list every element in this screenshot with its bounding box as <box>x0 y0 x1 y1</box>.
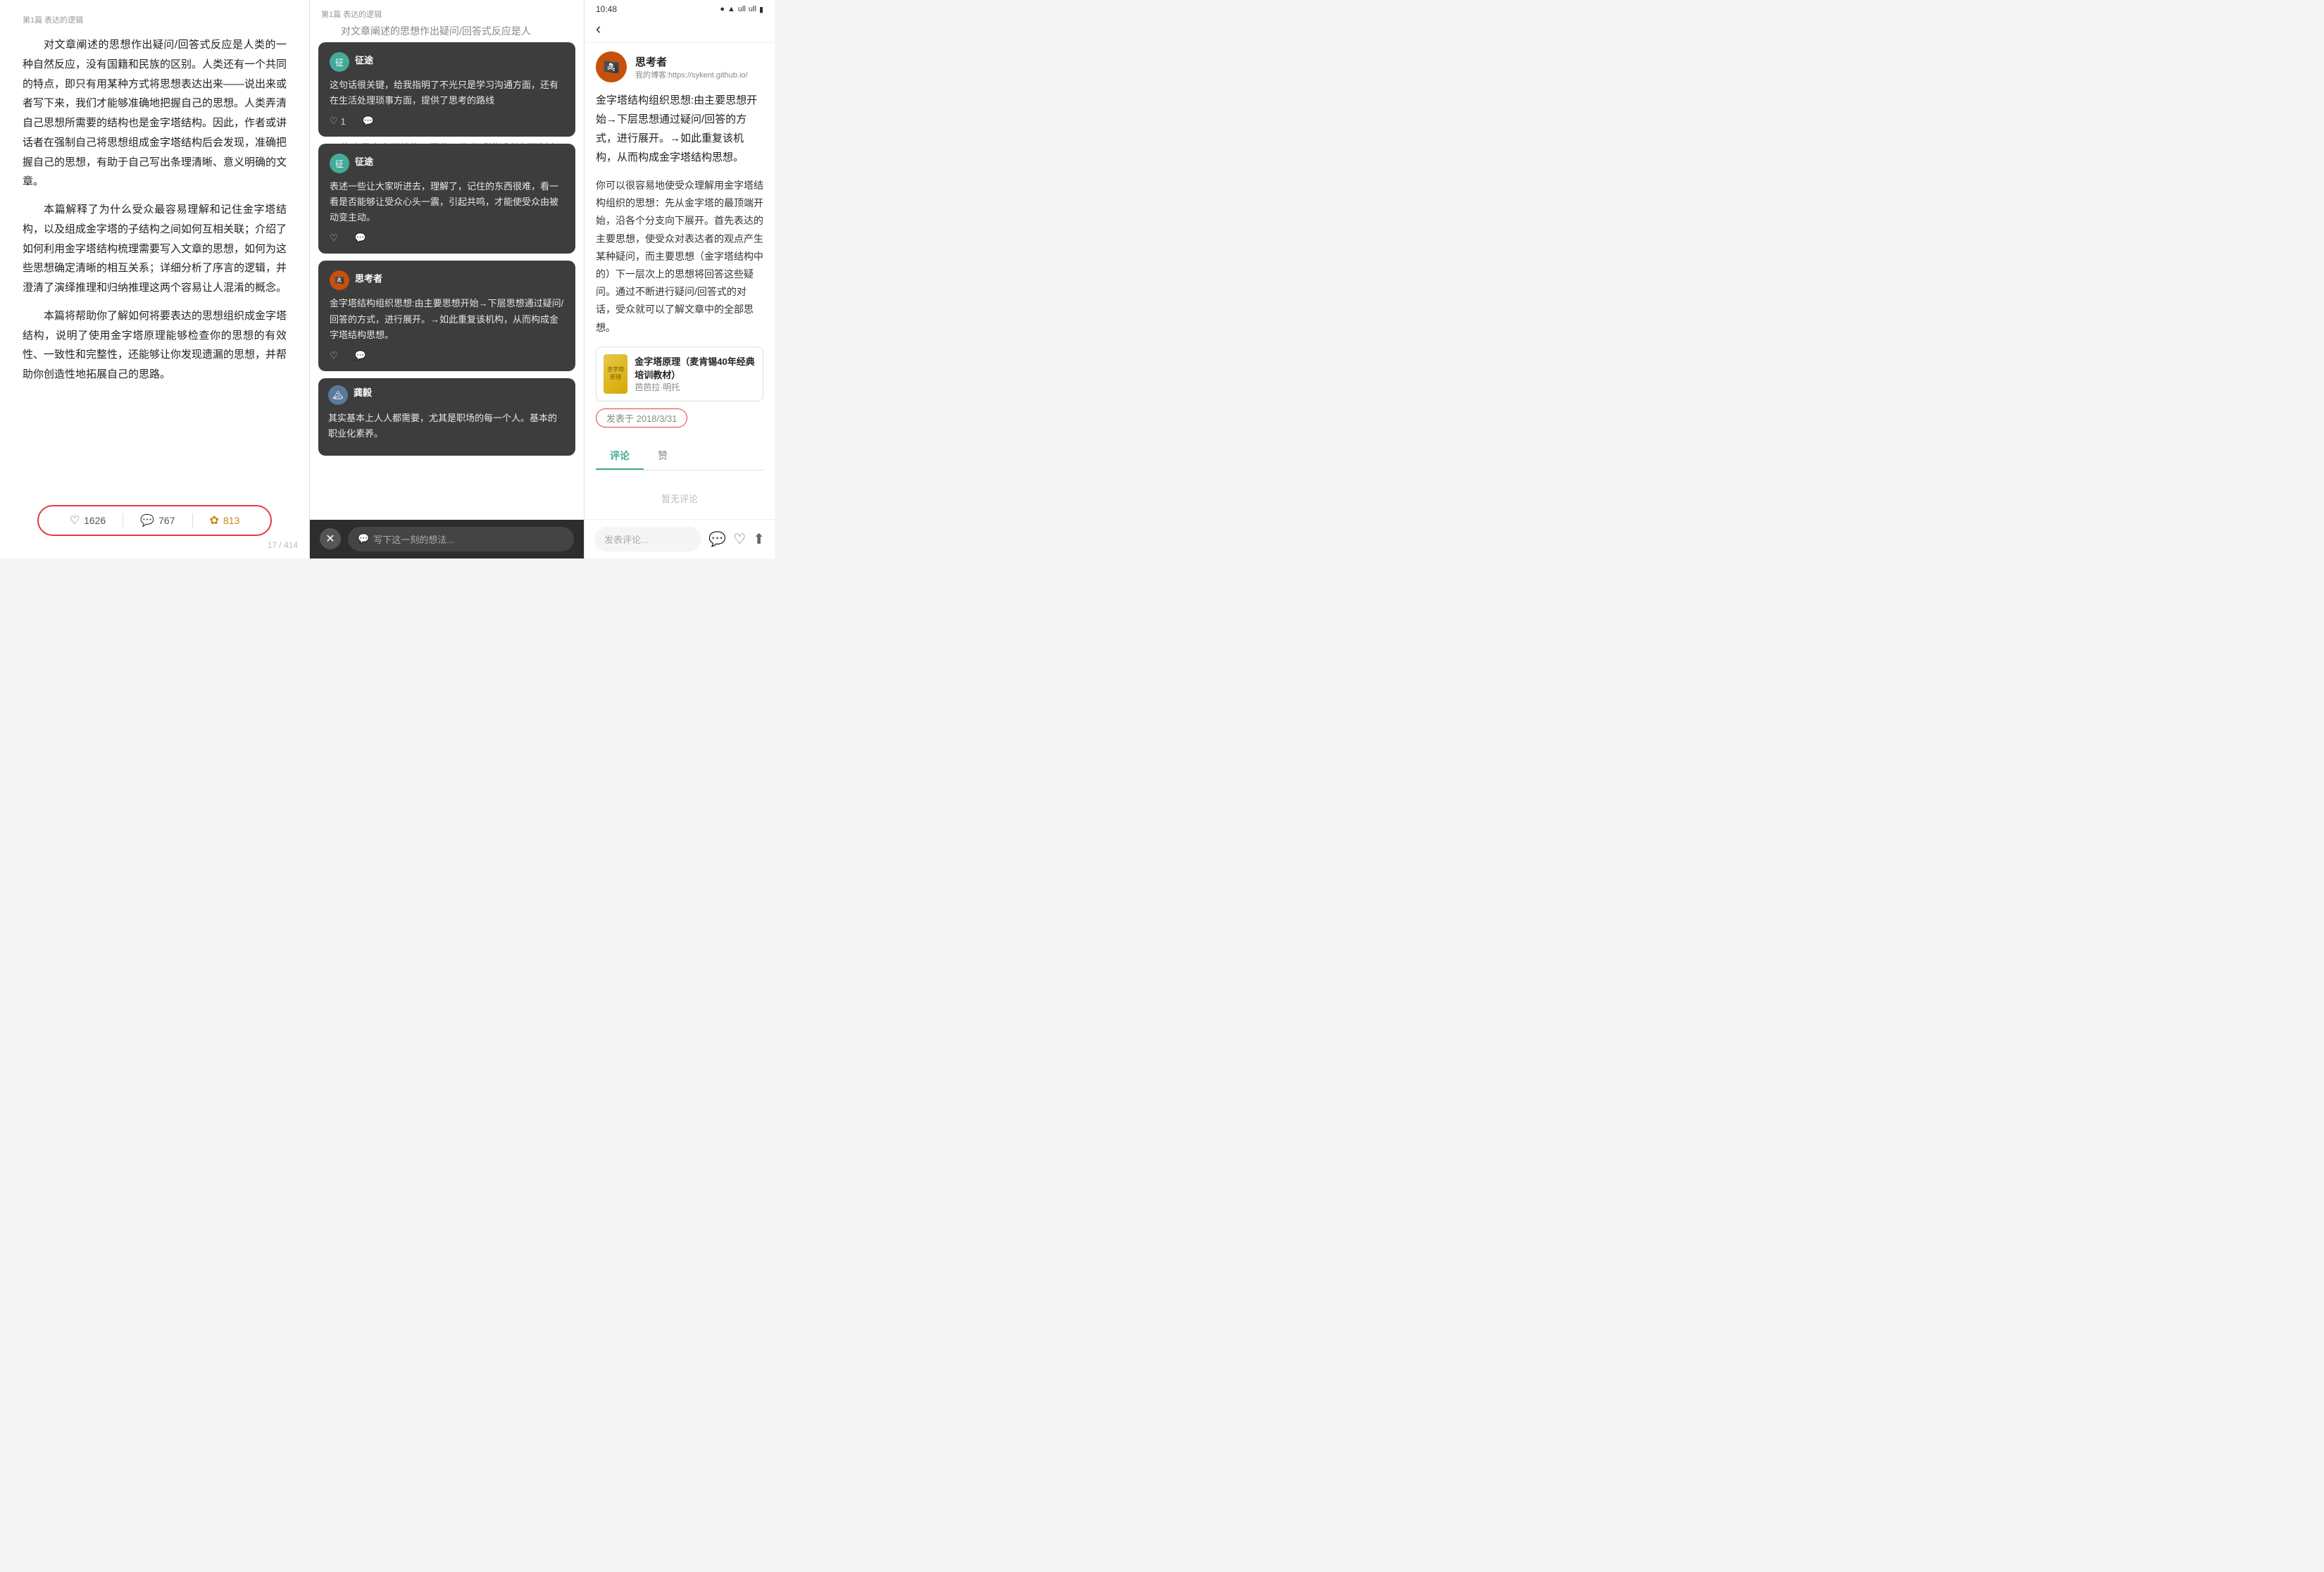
card-user-row-4: 🏔 龚毅 <box>328 385 566 405</box>
card-user-3: 思考者 <box>355 271 382 285</box>
publish-date-wrapper: 发表于 2018/3/31 <box>596 408 763 436</box>
left-breadcrumb: 第1篇 表达的逻辑 <box>23 14 287 25</box>
comment-card-2: 征 征途 表述一些让大家听进去，理解了，记住的东西很难，看一看是否能够让受众心头… <box>318 144 575 254</box>
author-row: 🏴‍☠️ 思考者 我的博客:https://sykent.github.io/ <box>585 43 775 91</box>
back-button[interactable]: ‹ <box>596 20 601 38</box>
avatar-1: 征 <box>330 52 349 72</box>
left-panel: 第1篇 表达的逻辑 对文章阐述的思想作出疑问/回答式反应是人类的一种自然反应，没… <box>0 0 310 559</box>
card-actions-1: ♡ 1 💬 <box>330 116 564 127</box>
wifi-icon: ▲ <box>727 5 735 13</box>
comment-card-3: 🏴‍☠️ 思考者 金字塔结构组织思想:由主要思想开始→下层思想通过疑问/回答的方… <box>318 261 575 370</box>
card-user-row-1: 征 征途 <box>330 52 564 72</box>
comment-bottom-icon[interactable]: 💬 <box>708 530 726 548</box>
thought-placeholder: 写下这一刻的想法... <box>373 532 454 546</box>
like-count: 1626 <box>84 515 106 526</box>
card-like-3[interactable]: ♡ <box>330 350 338 361</box>
card-like-2[interactable]: ♡ <box>330 232 338 244</box>
left-para-1: 对文章阐述的思想作出疑问/回答式反应是人类的一种自然反应，没有国籍和民族的区别。… <box>23 35 287 192</box>
author-avatar: 🏴‍☠️ <box>596 51 627 82</box>
comment-input[interactable]: 发表评论... <box>594 527 701 551</box>
card-user-row-2: 征 征途 <box>330 154 564 173</box>
left-para-3: 本篇将帮助你了解如何将要表达的思想组织成金字塔结构，说明了使用金字塔原理能够检查… <box>23 306 287 385</box>
card-comment-icon-1: 💬 <box>363 116 374 127</box>
like-action[interactable]: ♡ 1626 <box>53 513 124 528</box>
card-comment-3[interactable]: 💬 <box>355 350 366 361</box>
battery-icon: ● <box>720 5 725 13</box>
card-comment-icon-3: 💬 <box>355 350 366 361</box>
left-bottom-bar: ♡ 1626 💬 767 ✿ 813 17 / 414 <box>0 497 309 559</box>
book-card[interactable]: 金字塔原理 金字塔原理（麦肯锡40年经典培训教材） 芭芭拉·明托 <box>596 347 763 401</box>
right-panel: 10:48 ● ▲ ull ull ▮ ‹ 🏴‍☠️ 思考者 我的博客:http… <box>585 0 775 559</box>
close-button[interactable]: ✕ <box>320 528 341 549</box>
share-bottom-icon[interactable]: ⬆ <box>753 530 765 548</box>
book-title: 金字塔原理（麦肯锡40年经典培训教材） <box>635 354 756 381</box>
tab-like[interactable]: 赞 <box>644 443 682 470</box>
cards-overlay: 征 征途 这句话很关键，给我指明了不光只是学习沟通方面，还有在生活处理琐事方面，… <box>310 42 584 516</box>
book-cover-text: 金字塔原理 <box>606 366 625 381</box>
comment-action[interactable]: 💬 767 <box>123 513 192 528</box>
status-time: 10:48 <box>596 4 617 14</box>
left-para-2: 本篇解释了为什么受众最容易理解和记住金字塔结构，以及组成金字塔的子结构之间如何互… <box>23 200 287 298</box>
card-like-count-1: 1 <box>341 116 346 127</box>
thought-icon: 💬 <box>358 533 369 544</box>
card-user-2: 征途 <box>355 154 373 168</box>
card-user-4: 龚毅 <box>354 385 372 399</box>
avatar-2: 征 <box>330 154 349 173</box>
signal-icon: ull <box>738 5 746 13</box>
middle-bg-line-1: 对文章阐述的思想作出疑问/回答式反应是人 <box>321 23 573 40</box>
card-text-3: 金字塔结构组织思想:由主要思想开始→下层思想通过疑问/回答的方式，进行展开。→如… <box>330 296 564 342</box>
right-sub-text: 你可以很容易地使受众理解用金字塔结构组织的思想：先从金字塔的最顶端开始，沿各个分… <box>596 177 763 337</box>
card-text-2: 表述一些让大家听进去，理解了，记住的东西很难，看一看是否能够让受众心头一震，引起… <box>330 179 564 225</box>
middle-panel: 第1篇 表达的逻辑 对文章阐述的思想作出疑问/回答式反应是人 类的一种自然反应，… <box>310 0 585 559</box>
right-header: ‹ <box>585 15 775 43</box>
author-info: 思考者 我的博客:https://sykent.github.io/ <box>635 54 748 80</box>
no-comment: 暂无评论 <box>596 478 763 519</box>
avatar-3: 🏴‍☠️ <box>330 270 349 290</box>
action-row: ♡ 1626 💬 767 ✿ 813 <box>37 505 273 536</box>
share-action[interactable]: ✿ 813 <box>193 513 257 528</box>
page-indicator: 17 / 414 <box>11 540 298 550</box>
avatar-4: 🏔 <box>328 385 348 405</box>
card-text-1: 这句话很关键，给我指明了不光只是学习沟通方面，还有在生活处理琐事方面，提供了思考… <box>330 77 564 108</box>
like-bottom-icon[interactable]: ♡ <box>733 530 746 548</box>
card-text-4: 其实基本上人人都需要，尤其是职场的每一个人。基本的职业化素养。 <box>328 411 566 442</box>
tabs-row: 评论 赞 <box>596 443 763 470</box>
comment-card-1: 征 征途 这句话很关键，给我指明了不光只是学习沟通方面，还有在生活处理琐事方面，… <box>318 42 575 137</box>
card-comment-1[interactable]: 💬 <box>363 116 374 127</box>
book-author: 芭芭拉·明托 <box>635 381 756 393</box>
share-icon: ✿ <box>210 513 219 528</box>
left-content: 对文章阐述的思想作出疑问/回答式反应是人类的一种自然反应，没有国籍和民族的区别。… <box>23 35 287 393</box>
card-actions-3: ♡ 💬 <box>330 350 564 361</box>
thought-input[interactable]: 💬 写下这一刻的想法... <box>348 527 574 551</box>
card-actions-2: ♡ 💬 <box>330 232 564 244</box>
right-main-text: 金字塔结构组织思想:由主要思想开始→下层思想通过疑问/回答的方式，进行展开。→如… <box>596 91 763 167</box>
status-icons: ● ▲ ull ull ▮ <box>720 5 763 14</box>
heart-icon: ♡ <box>70 513 80 528</box>
card-like-1[interactable]: ♡ 1 <box>330 116 346 127</box>
comment-count: 767 <box>158 515 175 526</box>
card-comment-2[interactable]: 💬 <box>355 232 366 244</box>
book-cover: 金字塔原理 <box>604 354 627 394</box>
book-info: 金字塔原理（麦肯锡40年经典培训教材） 芭芭拉·明托 <box>635 354 756 393</box>
card-heart-icon-2: ♡ <box>330 232 338 244</box>
tab-comment[interactable]: 评论 <box>596 443 644 470</box>
card-user-1: 征途 <box>355 53 373 66</box>
middle-input-bar: ✕ 💬 写下这一刻的想法... <box>310 520 584 559</box>
author-name: 思考者 <box>635 54 748 69</box>
card-comment-icon-2: 💬 <box>355 232 366 244</box>
share-count: 813 <box>223 515 239 526</box>
battery-full-icon: ▮ <box>759 5 763 14</box>
comment-icon: 💬 <box>140 513 154 528</box>
middle-breadcrumb: 第1篇 表达的逻辑 <box>310 0 584 23</box>
card-user-row-3: 🏴‍☠️ 思考者 <box>330 270 564 290</box>
right-bottom-bar: 发表评论... 💬 ♡ ⬆ <box>585 519 775 559</box>
status-bar: 10:48 ● ▲ ull ull ▮ <box>585 0 775 15</box>
publish-date: 发表于 2018/3/31 <box>596 408 687 428</box>
signal-icon-2: ull <box>749 5 756 13</box>
card-heart-icon-1: ♡ <box>330 116 338 127</box>
comment-card-4: 🏔 龚毅 其实基本上人人都需要，尤其是职场的每一个人。基本的职业化素养。 <box>318 378 575 456</box>
right-content: 金字塔结构组织思想:由主要思想开始→下层思想通过疑问/回答的方式，进行展开。→如… <box>585 91 775 519</box>
card-heart-icon-3: ♡ <box>330 350 338 361</box>
author-url[interactable]: 我的博客:https://sykent.github.io/ <box>635 69 748 80</box>
